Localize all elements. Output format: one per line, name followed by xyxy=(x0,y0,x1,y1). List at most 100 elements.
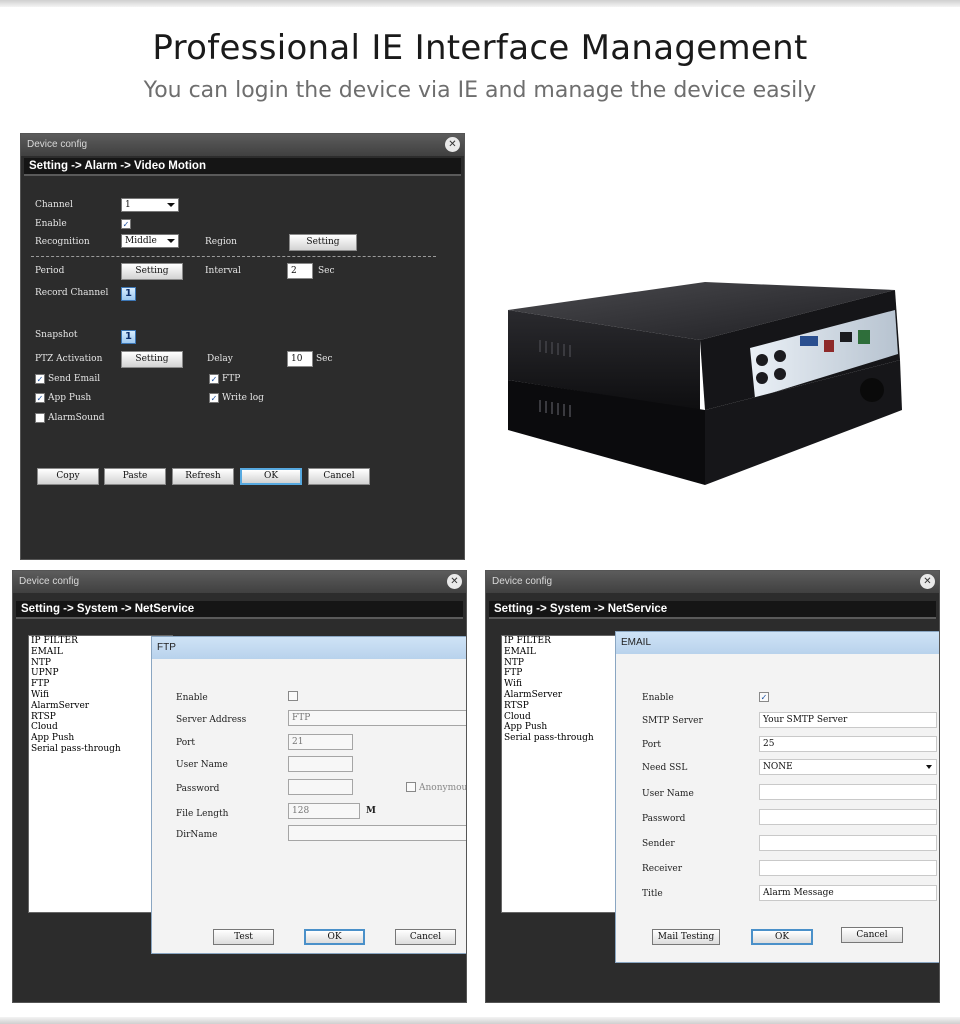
bottom-band xyxy=(0,1017,960,1024)
service-item-wifi[interactable]: Wifi xyxy=(502,679,630,690)
enable-checkbox[interactable]: ✓ xyxy=(121,219,131,229)
file-length-input[interactable]: 128 xyxy=(288,803,360,819)
service-list: IP FILTER EMAIL NTP FTP Wifi AlarmServer… xyxy=(501,635,631,913)
snapshot-toggle[interactable]: 1 xyxy=(121,330,136,344)
email-panel: EMAIL Enable ✓ SMTP Server Your SMTP Ser… xyxy=(615,631,939,963)
user-name-label: User Name xyxy=(642,789,694,799)
user-name-input[interactable] xyxy=(288,756,353,772)
need-ssl-select[interactable]: NONE xyxy=(759,759,937,775)
password-label: Password xyxy=(642,814,686,824)
close-icon[interactable]: ✕ xyxy=(447,574,462,589)
dirname-input[interactable] xyxy=(288,825,466,841)
email-netservice-window: Device config ✕ Setting -> System -> Net… xyxy=(485,570,940,1003)
page-subtitle: You can login the device via IE and mana… xyxy=(143,78,817,103)
alarm-sound-label: AlarmSound xyxy=(48,413,105,423)
window-title: Device config xyxy=(27,139,88,150)
smtp-server-input[interactable]: Your SMTP Server xyxy=(759,712,937,728)
sender-label: Sender xyxy=(642,839,675,849)
delay-unit: Sec xyxy=(316,354,333,364)
window-titlebar: Device config xyxy=(486,571,939,593)
port-input[interactable]: 21 xyxy=(288,734,353,750)
write-log-checkbox[interactable]: ✓ xyxy=(209,393,219,403)
page-title: Professional IE Interface Management xyxy=(152,28,808,68)
window-titlebar: Device config xyxy=(21,134,464,156)
service-item-email[interactable]: EMAIL xyxy=(502,647,630,658)
file-length-label: File Length xyxy=(176,809,229,819)
ptz-activation-label: PTZ Activation xyxy=(35,354,103,364)
top-band xyxy=(0,0,960,7)
app-push-checkbox[interactable]: ✓ xyxy=(35,393,45,403)
anonymous-checkbox[interactable] xyxy=(406,782,416,792)
service-item-ftp[interactable]: FTP xyxy=(502,668,630,679)
send-email-label: Send Email xyxy=(48,374,101,384)
cancel-button[interactable]: Cancel xyxy=(841,927,903,943)
delay-label: Delay xyxy=(207,354,233,364)
user-name-label: User Name xyxy=(176,760,228,770)
cancel-button[interactable]: Cancel xyxy=(395,929,456,945)
record-channel-toggle[interactable]: 1 xyxy=(121,287,136,301)
service-item-ntp[interactable]: NTP xyxy=(502,658,630,669)
dirname-label: DirName xyxy=(176,830,218,840)
port-input[interactable]: 25 xyxy=(759,736,937,752)
password-input[interactable] xyxy=(288,779,353,795)
interval-input[interactable]: 2 xyxy=(287,263,313,279)
need-ssl-label: Need SSL xyxy=(642,763,688,773)
title-label: Title xyxy=(642,889,663,899)
service-item-ip-filter[interactable]: IP FILTER xyxy=(502,636,630,647)
ptz-setting-button[interactable]: Setting xyxy=(121,351,183,368)
sender-input[interactable] xyxy=(759,835,937,851)
record-channel-label: Record Channel xyxy=(35,288,109,298)
window-title: Device config xyxy=(492,576,553,587)
copy-button[interactable]: Copy xyxy=(37,468,99,485)
enable-checkbox[interactable] xyxy=(288,691,298,701)
recognition-label: Recognition xyxy=(35,237,90,247)
divider xyxy=(31,256,436,257)
title-input[interactable]: Alarm Message xyxy=(759,885,937,901)
service-item-rtsp[interactable]: RTSP xyxy=(502,701,630,712)
paste-button[interactable]: Paste xyxy=(104,468,166,485)
service-item-serial-pass-through[interactable]: Serial pass-through xyxy=(502,733,630,744)
user-name-input[interactable] xyxy=(759,784,937,800)
enable-checkbox[interactable]: ✓ xyxy=(759,692,769,702)
front-dpad xyxy=(860,378,884,402)
close-icon[interactable]: ✕ xyxy=(920,574,935,589)
recognition-select[interactable]: Middle xyxy=(121,234,179,248)
ok-button[interactable]: OK xyxy=(240,468,302,485)
server-address-label: Server Address xyxy=(176,715,247,725)
breadcrumb: Setting -> Alarm -> Video Motion xyxy=(24,158,461,176)
interval-unit: Sec xyxy=(318,266,335,276)
region-setting-button[interactable]: Setting xyxy=(289,234,357,251)
send-email-checkbox[interactable]: ✓ xyxy=(35,374,45,384)
server-address-input[interactable]: FTP xyxy=(288,710,466,726)
ftp-checkbox[interactable]: ✓ xyxy=(209,374,219,384)
enable-label: Enable xyxy=(642,693,674,703)
ok-button[interactable]: OK xyxy=(304,929,365,945)
service-item-alarmserver[interactable]: AlarmServer xyxy=(502,690,630,701)
period-setting-button[interactable]: Setting xyxy=(121,263,183,280)
service-item-cloud[interactable]: Cloud xyxy=(502,712,630,723)
enable-label: Enable xyxy=(176,693,208,703)
cancel-button[interactable]: Cancel xyxy=(308,468,370,485)
receiver-label: Receiver xyxy=(642,864,683,874)
receiver-input[interactable] xyxy=(759,860,937,876)
recognition-value: Middle xyxy=(125,236,157,246)
close-icon[interactable]: ✕ xyxy=(445,137,460,152)
channel-select[interactable]: 1 xyxy=(121,198,179,212)
chevron-down-icon xyxy=(167,203,175,207)
ok-button[interactable]: OK xyxy=(751,929,813,945)
channel-value: 1 xyxy=(125,200,131,210)
port-label: Port xyxy=(176,738,196,748)
interval-label: Interval xyxy=(205,266,241,276)
mail-testing-button[interactable]: Mail Testing xyxy=(652,929,720,945)
service-item-app-push[interactable]: App Push xyxy=(502,722,630,733)
refresh-button[interactable]: Refresh xyxy=(172,468,234,485)
password-input[interactable] xyxy=(759,809,937,825)
test-button[interactable]: Test xyxy=(213,929,274,945)
app-push-label: App Push xyxy=(48,393,92,403)
smtp-server-label: SMTP Server xyxy=(642,716,703,726)
enable-label: Enable xyxy=(35,219,67,229)
password-label: Password xyxy=(176,784,220,794)
alarm-sound-checkbox[interactable] xyxy=(35,413,45,423)
anonymous-label: Anonymous xyxy=(419,783,467,793)
delay-input[interactable]: 10 xyxy=(287,351,313,367)
